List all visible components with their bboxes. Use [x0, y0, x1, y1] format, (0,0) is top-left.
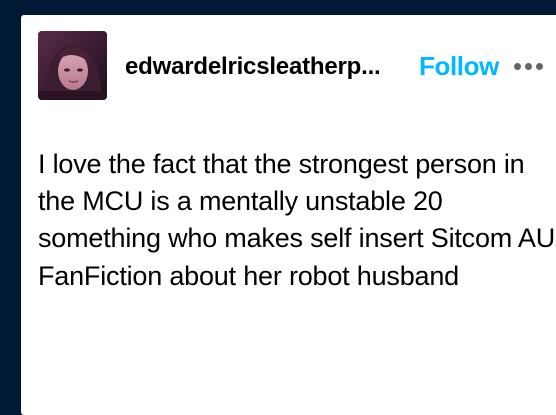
ellipsis-icon — [525, 63, 532, 70]
ellipsis-icon — [514, 63, 521, 70]
blog-name[interactable]: edwardelricsleatherp... — [125, 53, 401, 81]
more-options-button[interactable] — [512, 56, 550, 76]
ellipsis-icon — [536, 63, 543, 70]
post-text: I love the fact that the strongest perso… — [38, 149, 556, 291]
avatar[interactable] — [38, 31, 107, 100]
avatar-image — [38, 31, 107, 100]
follow-button[interactable]: Follow — [419, 51, 499, 81]
post-card: edwardelricsleatherp... Follow I love th… — [21, 15, 556, 415]
post-body: I love the fact that the strongest perso… — [38, 146, 556, 295]
post-header: edwardelricsleatherp... Follow — [21, 15, 556, 117]
